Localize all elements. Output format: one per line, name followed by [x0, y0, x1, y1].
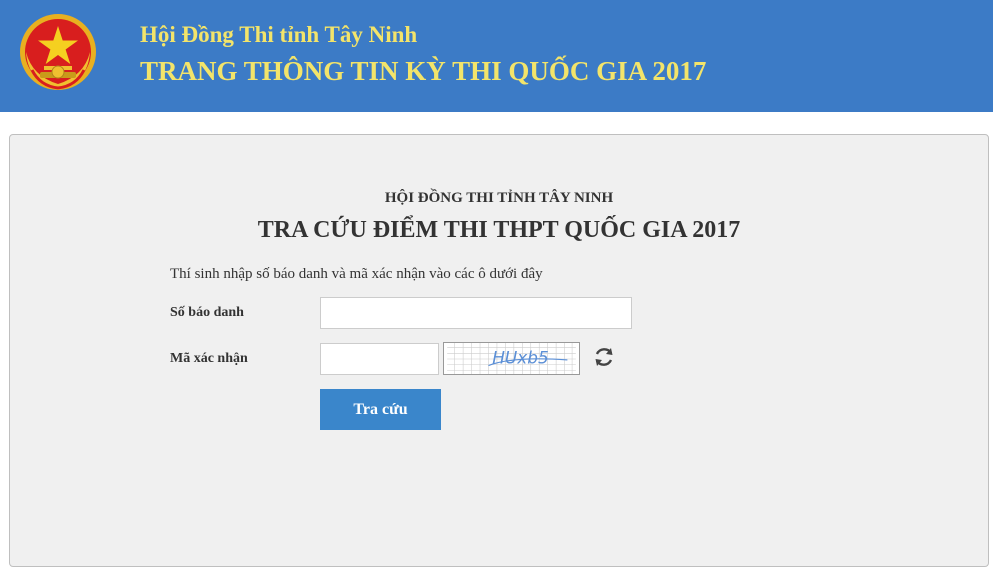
form-title: TRA CỨU ĐIỂM THI THPT QUỐC GIA 2017	[257, 217, 741, 243]
header-site-title: TRANG THÔNG TIN KỲ THI QUỐC GIA 2017	[140, 56, 707, 86]
captcha-image: HUxb5	[443, 342, 580, 375]
form-subtitle: HỘI ĐỒNG THI TỈNH TÂY NINH	[384, 190, 614, 206]
form-instruction: Thí sinh nhập số báo danh và mã xác nhận…	[170, 266, 543, 282]
site-header: Hội Đồng Thi tỉnh Tây Ninh TRANG THÔNG T…	[0, 0, 993, 112]
captcha-input[interactable]	[320, 343, 439, 375]
sbd-label: Số báo danh	[170, 305, 244, 320]
sbd-input[interactable]	[320, 297, 632, 329]
lookup-submit-button[interactable]: Tra cứu	[320, 389, 441, 430]
captcha-text: HUxb5	[492, 348, 549, 368]
national-emblem-icon	[20, 14, 96, 90]
refresh-icon[interactable]	[592, 345, 616, 369]
captcha-label: Mã xác nhận	[170, 351, 248, 366]
header-council-name: Hội Đồng Thi tỉnh Tây Ninh	[140, 22, 418, 47]
lookup-form-panel: HỘI ĐỒNG THI TỈNH TÂY NINH TRA CỨU ĐIỂM …	[9, 134, 989, 567]
